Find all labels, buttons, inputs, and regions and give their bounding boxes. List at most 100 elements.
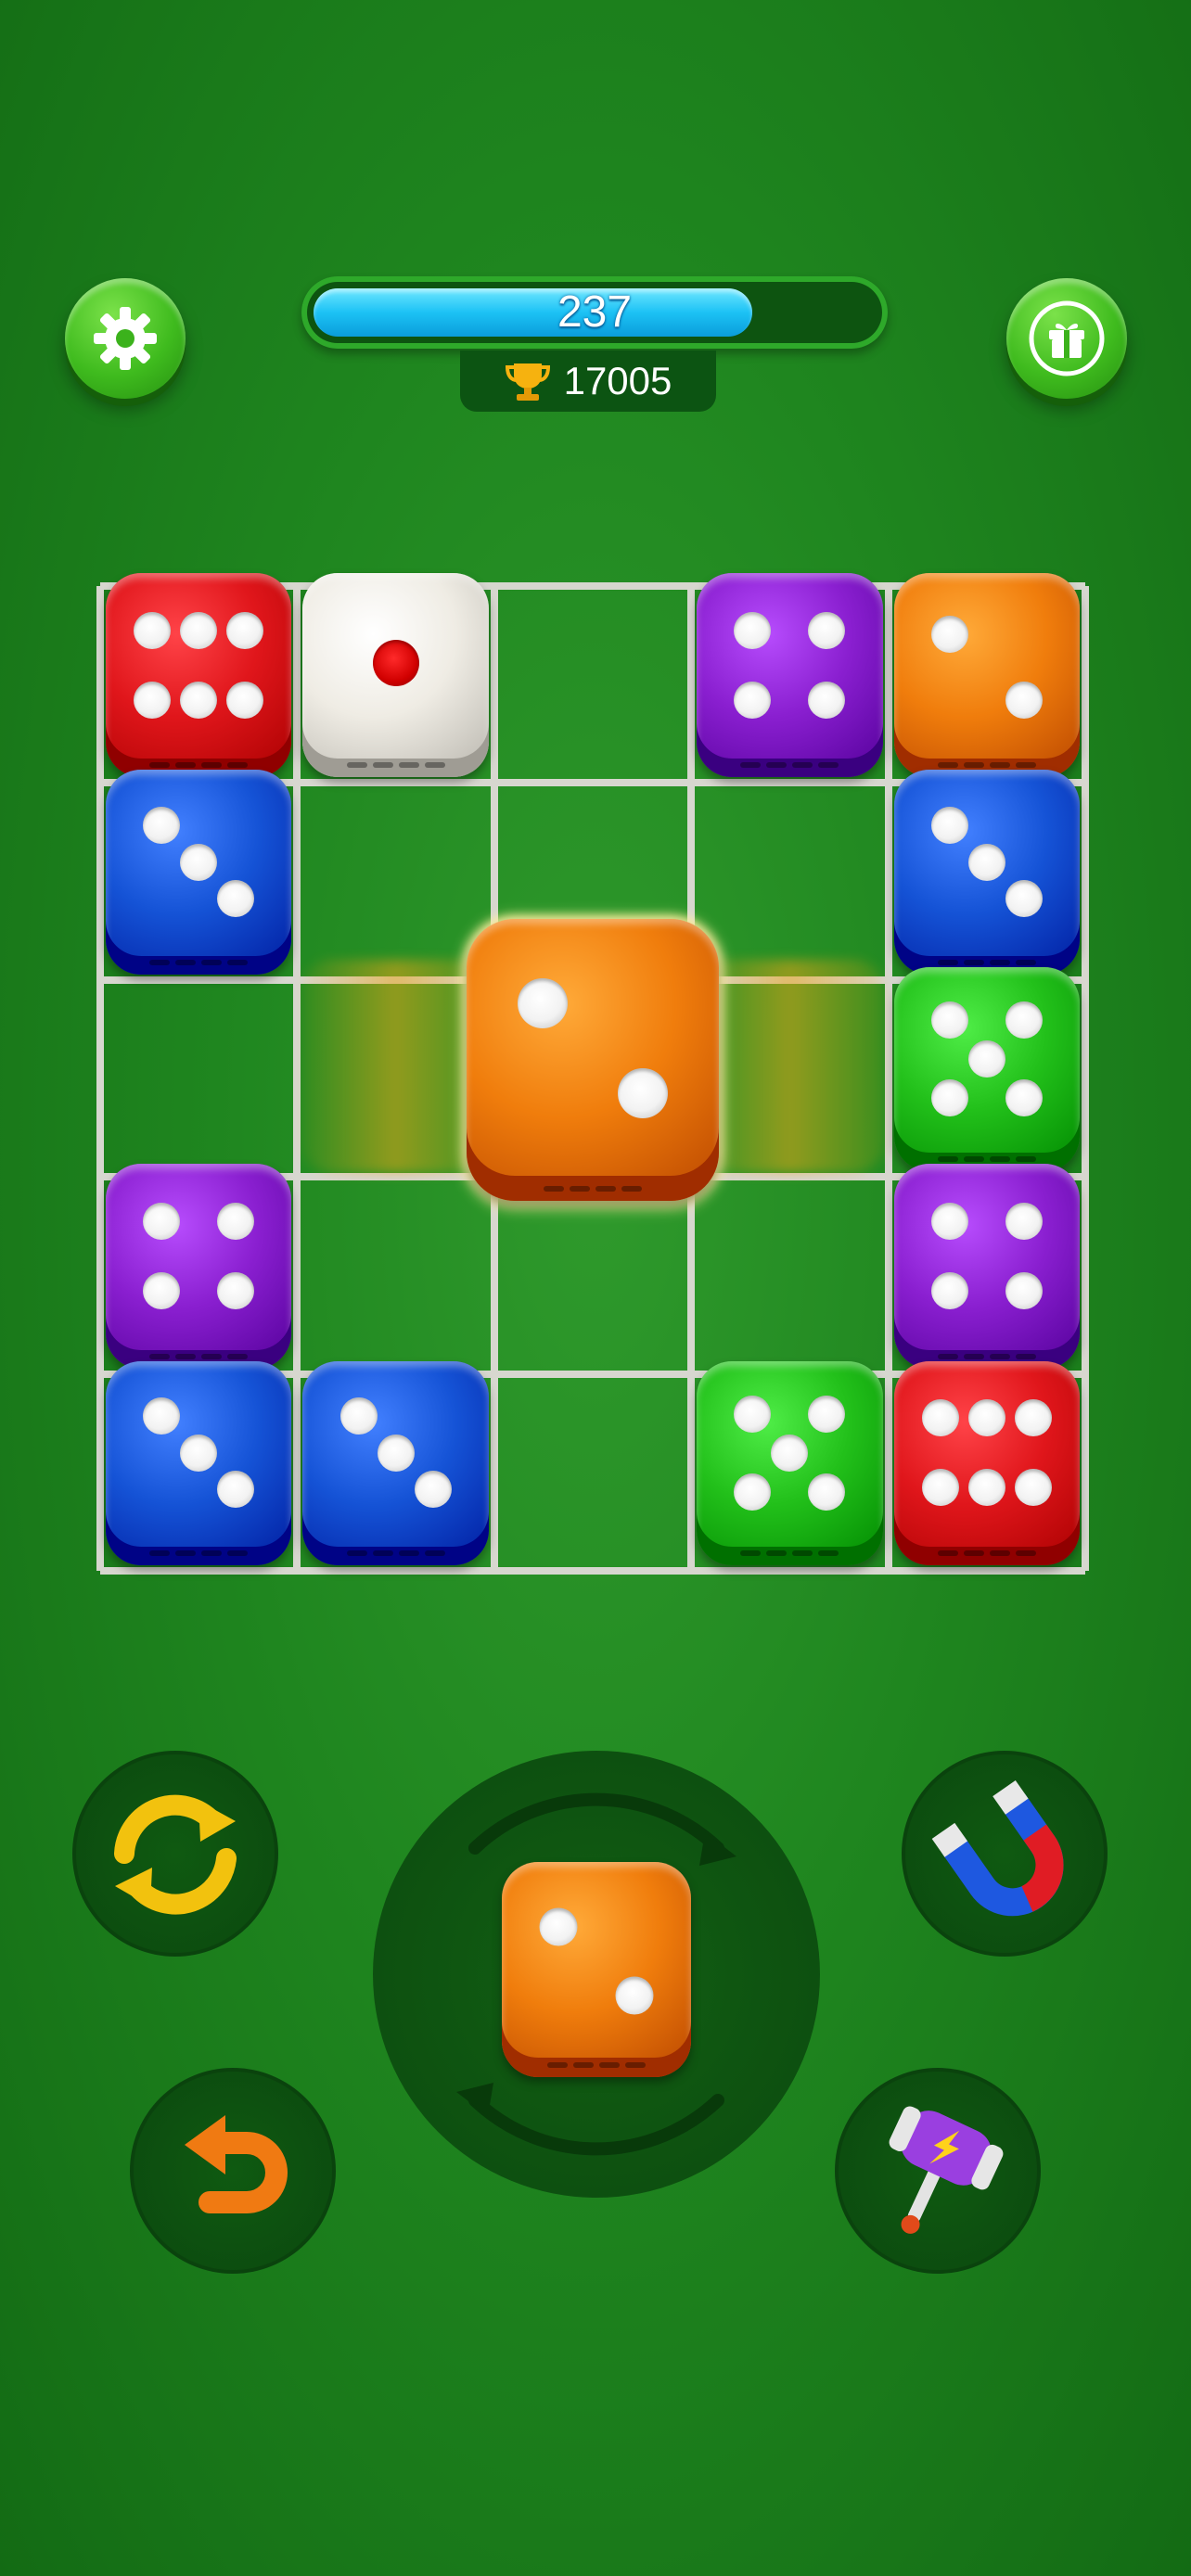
die-pip xyxy=(1005,1078,1043,1116)
die-face xyxy=(697,573,883,778)
die-pip xyxy=(808,611,846,649)
hammer-icon xyxy=(889,2106,1004,2234)
die-pip xyxy=(1005,1202,1043,1240)
die-pip xyxy=(217,1471,255,1509)
die-pip xyxy=(771,1434,809,1472)
die-pip xyxy=(539,1907,578,1946)
die-edge-ticks xyxy=(937,959,1036,965)
die-pip xyxy=(1005,1001,1043,1039)
die-edge-ticks xyxy=(544,1186,642,1192)
level-progress-bar: 237 xyxy=(301,276,888,349)
die-pip xyxy=(180,1434,218,1472)
die-edge-ticks xyxy=(346,1549,445,1556)
best-score: 17005 xyxy=(460,351,716,412)
board-die[interactable] xyxy=(302,1360,489,1565)
die-face xyxy=(106,1164,292,1369)
board-die[interactable] xyxy=(106,770,292,975)
board-die[interactable] xyxy=(697,1360,883,1565)
die-pip xyxy=(143,1397,181,1435)
die-pip xyxy=(930,1001,968,1039)
refresh-icon xyxy=(114,1794,237,1915)
die-edge-ticks xyxy=(547,2062,646,2068)
die-pip xyxy=(1014,1399,1052,1437)
board-die[interactable] xyxy=(893,1164,1080,1369)
drag-motion-blur xyxy=(695,959,885,1174)
die-pip xyxy=(217,1202,255,1240)
gift-button[interactable] xyxy=(1006,278,1127,399)
magnet-icon xyxy=(931,1779,1064,1917)
die-pip xyxy=(967,1399,1005,1437)
die-pip xyxy=(143,1271,181,1309)
die-edge-ticks xyxy=(937,1549,1036,1556)
die-pip xyxy=(734,1473,772,1511)
die-pip xyxy=(930,806,968,844)
die-pip xyxy=(180,611,218,649)
die-pip xyxy=(134,611,172,649)
board-die[interactable] xyxy=(106,1164,292,1369)
die-edge-ticks xyxy=(346,762,445,769)
die-pip xyxy=(1014,1469,1052,1507)
magnet-button[interactable] xyxy=(902,1751,1108,1957)
die-pip xyxy=(967,843,1005,881)
die-pip xyxy=(618,1068,669,1119)
die-pip xyxy=(808,1395,846,1433)
next-die-rotator[interactable] xyxy=(373,1751,820,2198)
die-pip xyxy=(143,806,181,844)
die-pip xyxy=(734,611,772,649)
die-edge-ticks xyxy=(149,1549,249,1556)
board-die[interactable] xyxy=(106,573,292,778)
die-pip xyxy=(226,681,264,719)
die-edge-ticks xyxy=(937,1156,1036,1163)
dragged-die[interactable] xyxy=(467,919,719,1201)
die-edge-ticks xyxy=(149,959,249,965)
die-face xyxy=(502,1862,691,2077)
die-pip xyxy=(734,681,772,719)
drag-motion-blur xyxy=(301,959,491,1174)
die-pip xyxy=(1005,1271,1043,1309)
die-pip xyxy=(217,880,255,918)
board-die[interactable] xyxy=(106,1360,292,1565)
die-pip xyxy=(1005,880,1043,918)
grid-line xyxy=(100,1567,1085,1575)
die-pip xyxy=(930,1202,968,1240)
die-edge-ticks xyxy=(149,1353,249,1359)
die-face xyxy=(893,1164,1080,1369)
undo-icon xyxy=(185,2115,288,2213)
board-die[interactable] xyxy=(893,770,1080,975)
board-die[interactable] xyxy=(302,573,489,778)
die-pip xyxy=(930,1078,968,1116)
board-die[interactable] xyxy=(697,573,883,778)
die-face xyxy=(893,1360,1080,1565)
board-die[interactable] xyxy=(893,1360,1080,1565)
die-pip xyxy=(615,1976,654,2015)
die-pip xyxy=(967,1039,1005,1078)
gift-icon xyxy=(1029,300,1105,376)
die-edge-ticks xyxy=(937,1353,1036,1359)
die-pip xyxy=(930,616,968,654)
die-edge-ticks xyxy=(937,762,1036,769)
die-pip xyxy=(134,681,172,719)
hammer-button[interactable] xyxy=(835,2068,1041,2274)
die-pip xyxy=(517,978,568,1029)
die-edge-ticks xyxy=(149,762,249,769)
die-pip xyxy=(921,1399,959,1437)
die-pip xyxy=(372,639,419,686)
game-board[interactable] xyxy=(96,573,1089,1575)
die-pip xyxy=(217,1271,255,1309)
refresh-button[interactable] xyxy=(72,1751,278,1957)
die-pip xyxy=(921,1469,959,1507)
undo-button[interactable] xyxy=(130,2068,336,2274)
die-pip xyxy=(808,681,846,719)
die-pip xyxy=(1005,681,1043,719)
die-face xyxy=(467,919,719,1201)
progress-value: 237 xyxy=(557,287,633,337)
grid-line xyxy=(1082,586,1089,1571)
trophy-icon xyxy=(505,363,550,401)
die-pip xyxy=(808,1473,846,1511)
die-pip xyxy=(180,681,218,719)
die-pip xyxy=(930,1271,968,1309)
next-die[interactable] xyxy=(502,1862,691,2077)
settings-button[interactable] xyxy=(65,278,186,399)
board-die[interactable] xyxy=(893,573,1080,778)
board-die[interactable] xyxy=(893,966,1080,1172)
